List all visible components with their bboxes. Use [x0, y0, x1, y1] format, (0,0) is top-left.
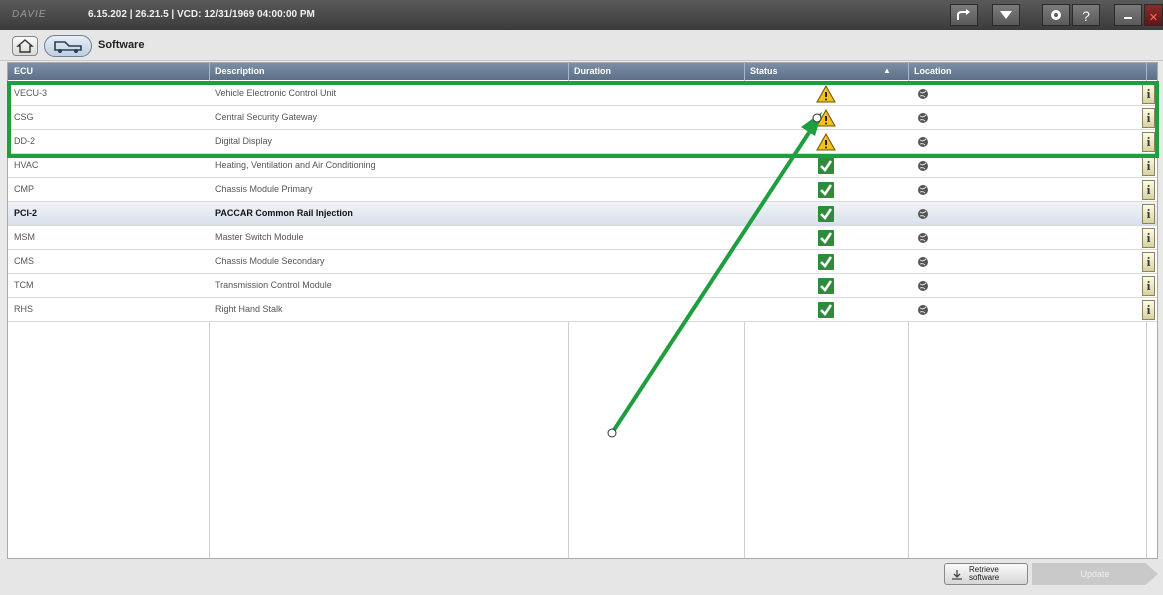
page-title: Software	[98, 39, 145, 51]
column-header-duration[interactable]: Duration	[574, 66, 611, 76]
description-cell: PACCAR Common Rail Injection	[215, 208, 353, 218]
check-icon	[816, 228, 836, 248]
globe-icon	[917, 88, 929, 100]
app-version-title: 6.15.202 | 26.21.5 | VCD: 12/31/1969 04:…	[88, 9, 315, 20]
help-button[interactable]: ?	[1072, 4, 1100, 26]
retrieve-software-button[interactable]: Retrieve software	[944, 563, 1028, 585]
table-header: ECU Description Duration Status ▲ Locati…	[8, 63, 1157, 80]
sort-ascending-icon: ▲	[883, 66, 891, 75]
info-button[interactable]: i	[1142, 108, 1155, 128]
globe-icon	[917, 256, 929, 268]
truck-icon	[45, 41, 91, 59]
column-header-status[interactable]: Status	[750, 66, 778, 76]
ecu-cell: DD-2	[14, 136, 36, 146]
description-cell: Central Security Gateway	[215, 112, 318, 122]
table-row[interactable]: TCM Transmission Control Module i	[8, 274, 1157, 298]
table-row[interactable]: CMS Chassis Module Secondary i	[8, 250, 1157, 274]
retrieve-software-label: Retrieve software	[969, 565, 1000, 582]
settings-icon	[1049, 9, 1063, 25]
table-row[interactable]: PCI-2 PACCAR Common Rail Injection i	[8, 202, 1157, 226]
footer-bar: Retrieve software Update	[0, 559, 1163, 595]
close-button[interactable]: ✕	[1144, 4, 1163, 26]
warning-icon	[816, 84, 836, 104]
ecu-cell: RHS	[14, 304, 34, 314]
column-header-ecu[interactable]: ECU	[14, 66, 33, 76]
table-row[interactable]: VECU-3 Vehicle Electronic Control Unit i	[8, 82, 1157, 106]
breadcrumb: Software	[0, 30, 1163, 61]
globe-icon	[917, 280, 929, 292]
description-cell: Vehicle Electronic Control Unit	[215, 88, 337, 98]
close-icon: ✕	[1148, 12, 1159, 24]
column-header-location[interactable]: Location	[914, 66, 952, 76]
column-header-description[interactable]: Description	[215, 66, 265, 76]
ecu-table: ECU Description Duration Status ▲ Locati…	[7, 62, 1158, 559]
ecu-cell: PCI-2	[14, 208, 38, 218]
home-icon	[13, 39, 37, 58]
table-row[interactable]: HVAC Heating, Ventilation and Air Conditi…	[8, 154, 1157, 178]
table-row[interactable]: DD-2 Digital Display i	[8, 130, 1157, 154]
description-cell: Master Switch Module	[215, 232, 304, 242]
description-cell: Digital Display	[215, 136, 273, 146]
check-icon	[816, 204, 836, 224]
dropdown-icon	[999, 8, 1013, 24]
globe-icon	[917, 136, 929, 148]
table-row[interactable]: CSG Central Security Gateway i	[8, 106, 1157, 130]
check-icon	[816, 300, 836, 320]
globe-icon	[917, 184, 929, 196]
minimize-icon	[1122, 8, 1134, 24]
globe-icon	[917, 160, 929, 172]
globe-icon	[917, 232, 929, 244]
ecu-cell: CMS	[14, 256, 34, 266]
table-row[interactable]: RHS Right Hand Stalk i	[8, 298, 1157, 322]
check-icon	[816, 156, 836, 176]
table-row[interactable]: MSM Master Switch Module i	[8, 226, 1157, 250]
ecu-cell: CSG	[14, 112, 34, 122]
home-button[interactable]	[12, 36, 38, 56]
ecu-cell: HVAC	[14, 160, 39, 170]
ecu-cell: TCM	[14, 280, 34, 290]
download-icon	[951, 569, 963, 583]
minimize-button[interactable]	[1114, 4, 1142, 26]
description-cell: Chassis Module Secondary	[215, 256, 325, 266]
ecu-cell: MSM	[14, 232, 35, 242]
check-icon	[816, 180, 836, 200]
forward-button[interactable]	[950, 4, 978, 26]
description-cell: Chassis Module Primary	[215, 184, 313, 194]
help-icon: ?	[1082, 8, 1090, 24]
check-icon	[816, 276, 836, 296]
description-cell: Heating, Ventilation and Air Conditionin…	[215, 160, 376, 170]
globe-icon	[917, 112, 929, 124]
warning-icon	[816, 132, 836, 152]
description-cell: Transmission Control Module	[215, 280, 332, 290]
app-logo: DAVIE	[12, 9, 47, 20]
info-button[interactable]: i	[1142, 132, 1155, 152]
settings-button[interactable]	[1042, 4, 1070, 26]
table-row[interactable]: CMP Chassis Module Primary i	[8, 178, 1157, 202]
info-button[interactable]: i	[1142, 84, 1155, 104]
info-button[interactable]: i	[1142, 156, 1155, 176]
forward-icon	[956, 9, 972, 25]
info-button[interactable]: i	[1142, 252, 1155, 272]
info-button[interactable]: i	[1142, 180, 1155, 200]
ecu-cell: CMP	[14, 184, 34, 194]
info-button[interactable]: i	[1142, 228, 1155, 248]
dropdown-button[interactable]	[992, 4, 1020, 26]
info-button[interactable]: i	[1142, 204, 1155, 224]
globe-icon	[917, 208, 929, 220]
check-icon	[816, 252, 836, 272]
title-bar: DAVIE 6.15.202 | 26.21.5 | VCD: 12/31/19…	[0, 0, 1163, 30]
warning-icon	[816, 108, 836, 128]
update-button[interactable]: Update	[1032, 563, 1158, 585]
info-button[interactable]: i	[1142, 276, 1155, 296]
description-cell: Right Hand Stalk	[215, 304, 283, 314]
globe-icon	[917, 304, 929, 316]
ecu-cell: VECU-3	[14, 88, 48, 98]
vehicle-button[interactable]	[44, 35, 92, 57]
info-button[interactable]: i	[1142, 300, 1155, 320]
